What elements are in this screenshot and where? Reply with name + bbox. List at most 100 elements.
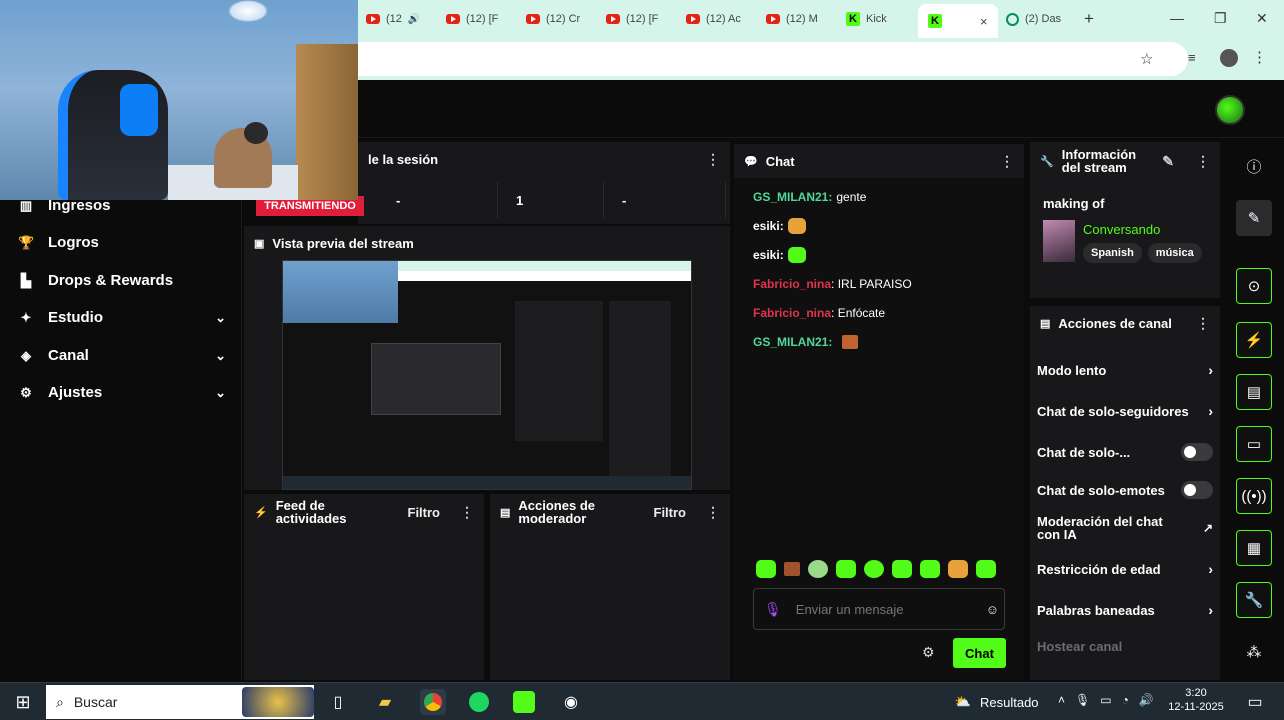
sidebar-item-ajustes[interactable]: ⚙ Ajustes ⌄ (18, 384, 226, 401)
kebab-menu-icon[interactable]: ⋮ (1196, 153, 1210, 170)
action-banned-words[interactable]: Palabras baneadas › (1037, 602, 1213, 618)
action-host-channel[interactable]: Hostear canal (1037, 639, 1213, 654)
wrench-icon[interactable]: 🔧 (1236, 582, 1272, 618)
broadcast-icon[interactable]: ((•)) (1236, 478, 1272, 514)
send-chat-button[interactable]: Chat (953, 638, 1006, 668)
weather-label[interactable]: Resultado (980, 695, 1039, 710)
sidebar-item-estudio[interactable]: ✦ Estudio ⌄ (18, 309, 226, 326)
emote-icon[interactable] (808, 560, 828, 578)
network-icon[interactable]: ⁂ (1236, 634, 1272, 670)
action-slow-mode[interactable]: Modo lento › (1037, 362, 1213, 378)
chat-bubble-icon: 💬 (744, 155, 758, 168)
microphone-icon[interactable]: 🎙 (764, 601, 782, 618)
action-ai-moderation[interactable]: Moderación del chat con IA ↗ (1037, 515, 1213, 541)
kebab-menu-icon[interactable]: ⋮ (460, 504, 474, 521)
browser-tab-active[interactable]: K × (918, 4, 998, 38)
chrome-icon[interactable] (420, 689, 446, 715)
task-view-icon[interactable]: ▯ (325, 689, 351, 715)
browser-tab-kick[interactable]: K Kick (846, 6, 887, 32)
info-icon[interactable]: ⓘ (1236, 148, 1272, 184)
volume-icon[interactable]: 🔊 (1139, 693, 1154, 707)
file-explorer-icon[interactable]: ▰ (372, 689, 398, 715)
chat-input-box: 🎙 ☺ (753, 588, 1005, 630)
user-avatar[interactable] (1215, 95, 1245, 125)
browser-menu-icon[interactable]: ⋮ (1252, 48, 1267, 66)
webcam-overlay (0, 0, 358, 200)
browser-tab[interactable]: (12) [F (606, 6, 658, 32)
notifications-icon[interactable]: ▭ (1242, 689, 1268, 715)
emote-icon[interactable] (948, 560, 968, 578)
network-icon[interactable]: ▭ (1100, 693, 1111, 707)
emote-icon[interactable] (976, 560, 996, 578)
kebab-menu-icon[interactable]: ⋮ (706, 151, 720, 168)
spotify-icon[interactable] (466, 689, 492, 715)
taskbar-search[interactable]: ⌕ Buscar (46, 685, 314, 719)
actions-icon: ▤ (1040, 317, 1051, 330)
emotes-only-toggle[interactable] (1181, 481, 1213, 499)
browser-tab[interactable]: (12) Cr (526, 6, 580, 32)
address-bar[interactable] (358, 42, 1188, 76)
profile-avatar[interactable] (1220, 49, 1238, 67)
action-subs-only: Chat de solo-... (1037, 443, 1213, 461)
activity-feed-panel: ⚡ Feed de actividades Filtro ⋮ (244, 494, 484, 680)
kick-logo-icon: K (928, 14, 942, 28)
emote-icon[interactable] (756, 560, 776, 578)
bolt-icon[interactable]: ⚡ (1236, 322, 1272, 358)
kebab-menu-icon[interactable]: ⋮ (1196, 315, 1210, 332)
browser-tab[interactable]: (2) Das (1006, 6, 1061, 32)
browser-tab[interactable]: (12 🔊 (366, 6, 420, 32)
sidebar-item-logros[interactable]: 🏆 Logros (18, 234, 226, 251)
windows-start-icon[interactable]: ⊞ (10, 689, 36, 715)
emoji-picker-icon[interactable]: ☺ (986, 602, 999, 617)
tag-chip[interactable]: música (1147, 243, 1202, 263)
emote-icon[interactable] (892, 560, 912, 578)
emote-icon[interactable] (864, 560, 884, 578)
edit-icon[interactable]: ✎ (1236, 200, 1272, 236)
action-age-restriction[interactable]: Restricción de edad › (1037, 561, 1213, 577)
sidebar-item-drops[interactable]: ▙ Drops & Rewards (18, 272, 226, 289)
chat-message-input[interactable] (795, 601, 972, 617)
filter-button[interactable]: Filtro (654, 505, 687, 520)
camera-icon[interactable]: ⊙ (1236, 268, 1272, 304)
kebab-menu-icon[interactable]: ⋮ (706, 504, 720, 521)
maximize-icon[interactable]: ❐ (1214, 10, 1227, 27)
sidebar-item-canal[interactable]: ◈ Canal ⌄ (18, 347, 226, 364)
minimize-icon[interactable]: — (1170, 10, 1184, 26)
chat-icon[interactable]: ▭ (1236, 426, 1272, 462)
emote-icon[interactable] (836, 560, 856, 578)
ai-icon (1006, 12, 1019, 26)
document-icon[interactable]: ▤ (1236, 374, 1272, 410)
category-link[interactable]: Conversando (1083, 222, 1160, 237)
media-control-icon[interactable]: ≡ (1188, 50, 1196, 65)
bolt-icon: ⚡ (254, 506, 268, 519)
youtube-icon (446, 14, 460, 24)
filter-button[interactable]: Filtro (408, 505, 441, 520)
chat-settings-gear-icon[interactable]: ⚙ (922, 644, 935, 661)
stream-preview-video[interactable] (282, 260, 692, 490)
wifi-icon[interactable]: ◔ (1122, 693, 1129, 707)
browser-tab[interactable]: (12) M (766, 6, 818, 32)
action-followers-only[interactable]: Chat de solo-seguidores › (1037, 403, 1213, 419)
chevron-up-icon[interactable]: ˄ (1058, 693, 1065, 707)
bookmark-star-icon[interactable]: ☆ (1140, 50, 1153, 68)
kick-app-icon[interactable] (511, 689, 537, 715)
microphone-icon[interactable]: 🎙 (1075, 693, 1090, 707)
emote-icon[interactable] (920, 560, 940, 578)
edit-pencil-icon[interactable]: ✎ (1162, 153, 1174, 170)
category-thumbnail[interactable] (1043, 220, 1075, 262)
close-tab-icon[interactable]: × (980, 14, 988, 29)
close-window-icon[interactable]: ✕ (1256, 10, 1268, 27)
search-highlight-image (242, 687, 314, 717)
new-tab-button[interactable]: + (1084, 6, 1094, 32)
subs-only-toggle[interactable] (1181, 443, 1213, 461)
preview-title: Vista previa del stream (272, 235, 414, 251)
emote-icon[interactable] (784, 562, 800, 576)
tag-chip[interactable]: Spanish (1083, 243, 1142, 263)
kebab-menu-icon[interactable]: ⋮ (1000, 153, 1014, 170)
browser-tab[interactable]: (12) [F (446, 6, 498, 32)
youtube-icon (606, 14, 620, 24)
obs-icon[interactable]: ◉ (558, 689, 584, 715)
video-icon[interactable]: ▦ (1236, 530, 1272, 566)
system-clock[interactable]: 3:20 12-11-2025 (1166, 686, 1226, 714)
browser-tab[interactable]: (12) Ac (686, 6, 741, 32)
